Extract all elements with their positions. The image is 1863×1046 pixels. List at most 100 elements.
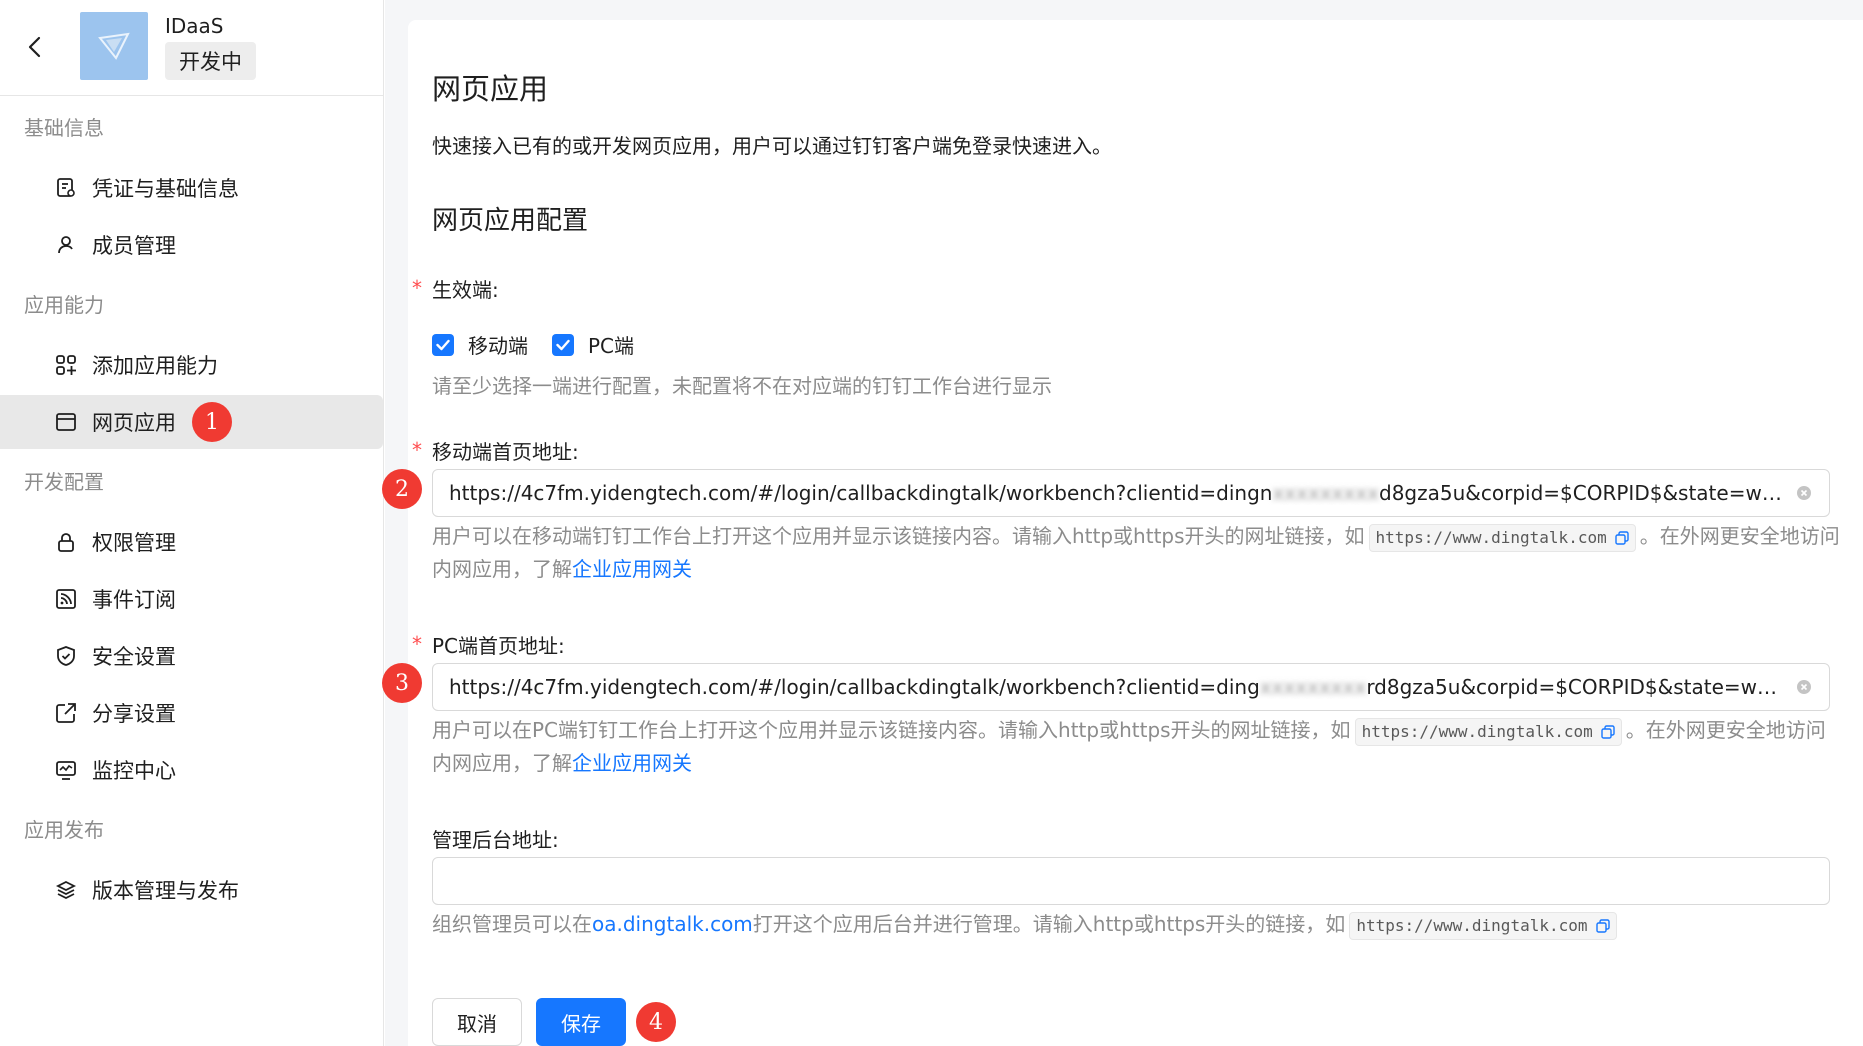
sidebar: IDaaS 开发中 基础信息 凭证与基础信息 成员管理 应用能力 添加应用能力 … (0, 0, 384, 1046)
sidebar-item-credentials[interactable]: 凭证与基础信息 (0, 161, 383, 215)
admin-url-input[interactable] (432, 857, 1830, 905)
mobile-url-input[interactable]: https://4c7fm.yidengtech.com/#/login/cal… (432, 469, 1830, 517)
page-title: 网页应用 (432, 72, 549, 106)
section-title: 网页应用配置 (432, 206, 589, 236)
gateway-link[interactable]: 企业应用网关 (572, 751, 692, 775)
url-redacted: xxxxxxxxx (1259, 675, 1367, 699)
checkbox-mobile[interactable]: 移动端 (432, 330, 528, 359)
shield-icon (54, 644, 78, 668)
checkbox-checked-icon (552, 333, 574, 356)
sidebar-item-members[interactable]: 成员管理 (0, 218, 383, 272)
required-mark: * (412, 438, 422, 462)
checkbox-label: PC端 (588, 334, 635, 358)
sidebar-item-security[interactable]: 安全设置 (0, 629, 383, 683)
sidebar-item-label: 版本管理与发布 (92, 879, 239, 903)
user-icon (54, 233, 78, 257)
clear-icon[interactable] (1795, 678, 1813, 696)
hint-text: 组织管理员可以在 (432, 912, 592, 936)
gateway-link[interactable]: 企业应用网关 (572, 557, 692, 581)
required-mark: * (412, 632, 422, 656)
sidebar-item-label: 监控中心 (92, 759, 176, 783)
step-badge-4: 4 (636, 1002, 676, 1042)
url-redacted: xxxxxxxxx (1272, 481, 1379, 505)
sidebar-item-web-app[interactable]: 网页应用 1 (0, 395, 383, 449)
hint-text: 用户可以在移动端钉钉工作台上打开这个应用并显示该链接内容。请输入http或htt… (432, 524, 1365, 548)
sidebar-item-label: 网页应用 (92, 411, 176, 435)
pc-url-hint: 用户可以在PC端钉钉工作台上打开这个应用并显示该链接内容。请输入http或htt… (432, 714, 1842, 780)
credential-icon (54, 176, 78, 200)
sidebar-item-label: 权限管理 (92, 531, 176, 555)
sidebar-item-label: 凭证与基础信息 (92, 177, 239, 201)
example-url: https://www.dingtalk.com (1361, 722, 1593, 741)
chevron-left-icon (28, 36, 41, 58)
sidebar-item-permissions[interactable]: 权限管理 (0, 515, 383, 569)
layers-icon (54, 878, 78, 902)
url-prefix: https://4c7fm.yidengtech.com/#/login/cal… (449, 675, 1260, 699)
pc-url-input[interactable]: https://4c7fm.yidengtech.com/#/login/cal… (432, 663, 1830, 711)
pc-url-value: https://4c7fm.yidengtech.com/#/login/cal… (449, 675, 1785, 699)
save-button[interactable]: 保存 (536, 998, 626, 1046)
example-url-chip[interactable]: https://www.dingtalk.com (1368, 523, 1636, 552)
lock-icon (54, 530, 78, 554)
checkbox-pc[interactable]: PC端 (552, 330, 634, 359)
copy-icon[interactable] (1595, 918, 1610, 933)
group-title-dev-config: 开发配置 (24, 470, 104, 494)
mobile-url-label-text: 移动端首页地址: (432, 440, 579, 464)
hint-text: 用户可以在PC端钉钉工作台上打开这个应用并显示该链接内容。请输入http或htt… (432, 718, 1351, 742)
clear-icon[interactable] (1795, 484, 1813, 502)
step-badge-1: 1 (192, 402, 232, 442)
web-app-config-card: 网页应用 快速接入已有的或开发网页应用，用户可以通过钉钉客户端免登录快速进入。 … (382, 20, 1863, 1046)
pc-url-label-text: PC端首页地址: (432, 634, 565, 658)
platform-hint: 请至少选择一端进行配置，未配置将不在对应端的钉钉工作台进行显示 (432, 374, 1052, 398)
checkbox-checked-icon (432, 333, 454, 356)
page-description: 快速接入已有的或开发网页应用，用户可以通过钉钉客户端免登录快速进入。 (432, 134, 1112, 158)
sidebar-item-label: 分享设置 (92, 702, 176, 726)
admin-url-label: 管理后台地址: (432, 828, 559, 852)
sidebar-item-monitor[interactable]: 监控中心 (0, 743, 383, 797)
copy-icon[interactable] (1601, 724, 1615, 739)
browser-window-icon (54, 410, 78, 434)
url-suffix: rd8gza5u&corpid=$CORPID$&state=workbench… (1366, 675, 1785, 699)
rss-icon (54, 587, 78, 611)
mobile-url-value: https://4c7fm.yidengtech.com/#/login/cal… (449, 481, 1785, 505)
group-title-publish: 应用发布 (24, 818, 104, 842)
mobile-url-label: * 移动端首页地址: (412, 436, 579, 465)
status-badge: 开发中 (165, 42, 256, 80)
example-url: https://www.dingtalk.com (1356, 916, 1588, 935)
cancel-button[interactable]: 取消 (432, 998, 522, 1046)
add-apps-icon (54, 353, 78, 377)
sidebar-item-add-capability[interactable]: 添加应用能力 (0, 338, 383, 392)
sidebar-item-label: 添加应用能力 (92, 354, 218, 378)
sidebar-item-label: 成员管理 (92, 234, 176, 258)
example-url: https://www.dingtalk.com (1375, 528, 1607, 547)
app-header: IDaaS 开发中 (0, 0, 383, 96)
example-url-chip[interactable]: https://www.dingtalk.com (1354, 717, 1622, 746)
hint-text: 打开这个应用后台并进行管理。请输入http或https开头的链接，如 (752, 912, 1346, 936)
platform-label-text: 生效端: (432, 278, 499, 302)
sidebar-item-label: 事件订阅 (92, 588, 176, 612)
example-url-chip[interactable]: https://www.dingtalk.com (1349, 911, 1617, 940)
group-title-basic: 基础信息 (24, 116, 104, 140)
url-suffix: d8gza5u&corpid=$CORPID$&state=workbench_… (1379, 481, 1785, 505)
share-icon (54, 701, 78, 725)
oa-dingtalk-link[interactable]: oa.dingtalk.com (592, 912, 753, 936)
app-logo-icon (98, 32, 130, 60)
app-name: IDaaS (165, 14, 224, 38)
back-button[interactable] (20, 32, 50, 62)
sidebar-item-events[interactable]: 事件订阅 (0, 572, 383, 626)
copy-icon[interactable] (1615, 530, 1629, 545)
required-mark: * (412, 276, 422, 300)
app-logo (80, 12, 148, 80)
sidebar-item-share[interactable]: 分享设置 (0, 686, 383, 740)
admin-url-hint: 组织管理员可以在oa.dingtalk.com打开这个应用后台并进行管理。请输入… (432, 908, 1842, 941)
url-prefix: https://4c7fm.yidengtech.com/#/login/cal… (449, 481, 1273, 505)
platform-label: * 生效端: (412, 274, 499, 303)
monitor-icon (54, 758, 78, 782)
step-badge-3: 3 (382, 663, 422, 703)
mobile-url-hint: 用户可以在移动端钉钉工作台上打开这个应用并显示该链接内容。请输入http或htt… (432, 520, 1842, 586)
step-badge-2: 2 (382, 469, 422, 509)
checkbox-label: 移动端 (468, 334, 528, 358)
sidebar-item-label: 安全设置 (92, 645, 176, 669)
platform-checkboxes: 移动端 PC端 (432, 330, 658, 359)
sidebar-item-versions[interactable]: 版本管理与发布 (0, 863, 383, 917)
